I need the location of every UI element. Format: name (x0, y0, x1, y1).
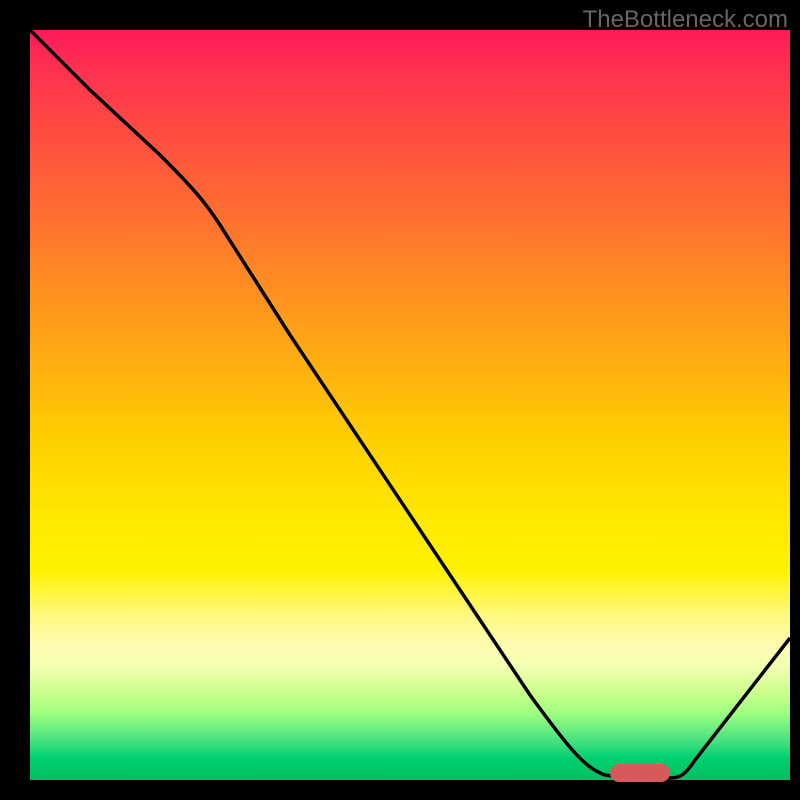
watermark-text: TheBottleneck.com (583, 6, 788, 34)
bottleneck-curve (30, 30, 790, 780)
curve-path (30, 30, 790, 778)
optimal-range-marker (610, 764, 670, 782)
